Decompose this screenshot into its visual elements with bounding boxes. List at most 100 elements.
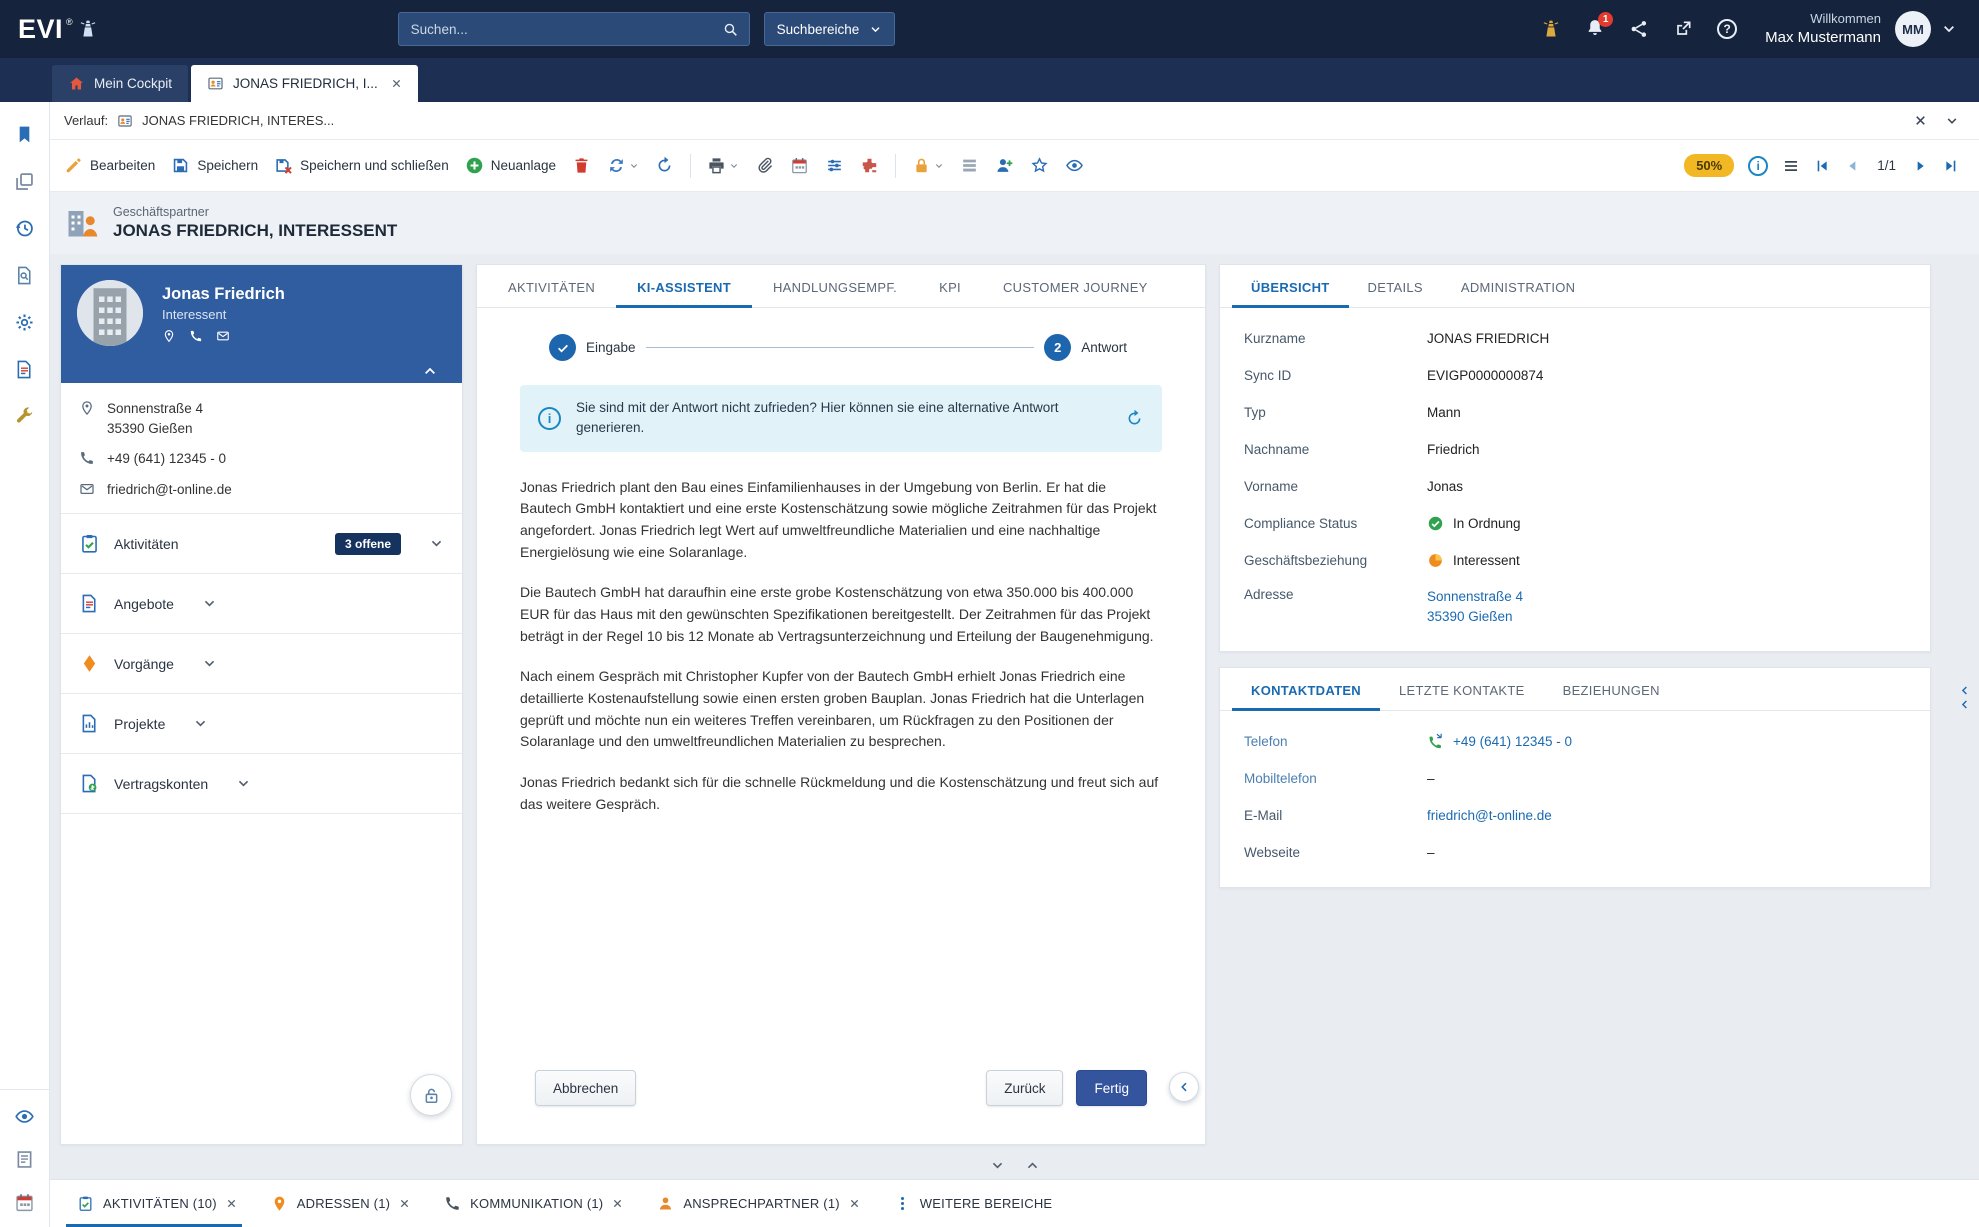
tab-administration[interactable]: ADMINISTRATION xyxy=(1442,265,1594,307)
tab-uebersicht[interactable]: ÜBERSICHT xyxy=(1232,265,1349,307)
tab-jonas-friedrich[interactable]: JONAS FRIEDRICH, I... xyxy=(191,65,418,102)
close-icon[interactable] xyxy=(612,1198,623,1209)
tab-letzte-kontakte[interactable]: LETZTE KONTAKTE xyxy=(1380,668,1544,710)
collapse-card-chevron-icon[interactable] xyxy=(422,363,438,379)
lighthouse-status-icon[interactable] xyxy=(1541,19,1561,39)
refresh-button[interactable] xyxy=(655,156,674,175)
rows-button[interactable] xyxy=(960,156,979,175)
section-vertragskonten[interactable]: Vertragskonten xyxy=(61,754,462,814)
wrench-icon[interactable] xyxy=(14,406,35,427)
watch-button[interactable] xyxy=(1065,156,1084,175)
section-angebote[interactable]: Angebote xyxy=(61,574,462,634)
partner-avatar[interactable] xyxy=(77,280,143,346)
close-icon[interactable] xyxy=(849,1198,860,1209)
share-icon[interactable] xyxy=(1629,19,1649,39)
last-record-icon[interactable] xyxy=(1943,158,1959,174)
chevron-down-icon[interactable] xyxy=(990,1158,1005,1173)
calendar-button[interactable] xyxy=(790,156,809,175)
completeness-badge[interactable]: 50% xyxy=(1684,154,1734,177)
user-menu-chevron-icon[interactable] xyxy=(1941,21,1957,37)
close-icon[interactable] xyxy=(399,1198,410,1209)
phone-icon[interactable] xyxy=(189,329,203,343)
convert-dropdown-button[interactable] xyxy=(607,156,639,175)
bottom-tab-ansprechpartner[interactable]: ANSPRECHPARTNER (1) xyxy=(640,1180,876,1227)
section-aktivitaeten[interactable]: Aktivitäten 3 offene xyxy=(61,514,462,574)
bottom-tab-aktivitaeten[interactable]: AKTIVITÄTEN (10) xyxy=(60,1180,254,1227)
chevron-down-icon[interactable] xyxy=(236,776,251,791)
close-tab-icon[interactable] xyxy=(391,78,402,89)
next-record-icon[interactable] xyxy=(1913,158,1929,174)
location-pin-icon[interactable] xyxy=(162,329,176,343)
right-panel-collapse-handle[interactable] xyxy=(1958,684,1971,711)
history-dropdown-chevron-icon[interactable] xyxy=(1945,114,1959,128)
attachment-button[interactable] xyxy=(755,156,774,175)
email-row[interactable]: friedrich@t-online.de xyxy=(79,480,444,500)
tab-ki-assistent[interactable]: KI-ASSISTENT xyxy=(616,265,752,307)
email-link[interactable]: friedrich@t-online.de xyxy=(1427,808,1552,823)
user-avatar[interactable]: MM xyxy=(1895,11,1931,47)
watch-eye-icon[interactable] xyxy=(14,1106,35,1127)
print-dropdown-button[interactable] xyxy=(707,156,739,175)
chevron-down-icon[interactable] xyxy=(202,656,217,671)
finish-button[interactable]: Fertig xyxy=(1076,1070,1147,1106)
notes-icon[interactable] xyxy=(14,1149,35,1170)
tab-kpi[interactable]: KPI xyxy=(918,265,982,307)
save-button[interactable]: Speichern xyxy=(171,156,258,175)
search-input[interactable] xyxy=(411,22,722,37)
cancel-button[interactable]: Abbrechen xyxy=(535,1070,636,1106)
chevron-down-icon[interactable] xyxy=(193,716,208,731)
favorite-button[interactable] xyxy=(1030,156,1049,175)
save-and-close-button[interactable]: Speichern und schließen xyxy=(274,156,449,175)
section-projekte[interactable]: Projekte xyxy=(61,694,462,754)
mail-icon[interactable] xyxy=(216,329,230,343)
first-record-icon[interactable] xyxy=(1814,158,1830,174)
chevron-down-icon[interactable] xyxy=(429,536,444,551)
history-icon[interactable] xyxy=(14,218,35,239)
bookmark-icon[interactable] xyxy=(14,124,35,145)
create-new-button[interactable]: Neuanlage xyxy=(465,156,556,175)
chevron-down-icon[interactable] xyxy=(202,596,217,611)
tab-aktivitaeten[interactable]: AKTIVITÄTEN xyxy=(487,265,616,307)
history-current-entry[interactable]: JONAS FRIEDRICH, INTERES... xyxy=(142,113,334,128)
info-icon[interactable]: i xyxy=(1748,156,1768,176)
address-row[interactable]: Sonnenstraße 4 35390 Gießen xyxy=(79,399,444,438)
back-button[interactable]: Zurück xyxy=(986,1070,1063,1106)
tools-button[interactable] xyxy=(825,156,844,175)
search-icon[interactable] xyxy=(722,21,739,38)
address-link-line2[interactable]: 35390 Gießen xyxy=(1427,607,1523,627)
copy-icon[interactable] xyxy=(14,171,35,192)
privacy-lock-button[interactable] xyxy=(410,1074,452,1116)
tab-beziehungen[interactable]: BEZIEHUNGEN xyxy=(1544,668,1679,710)
evi-logo[interactable]: EVI ® xyxy=(18,16,98,43)
plugin-button[interactable] xyxy=(860,156,879,175)
phone-link[interactable]: +49 (641) 12345 - 0 xyxy=(1453,734,1572,749)
step-eingabe[interactable]: Eingabe xyxy=(549,334,636,361)
phone-row[interactable]: +49 (641) 12345 - 0 xyxy=(79,449,444,469)
lock-dropdown-button[interactable] xyxy=(912,156,944,175)
bottom-tab-weitere-bereiche[interactable]: WEITERE BEREICHE xyxy=(877,1180,1070,1227)
settings-gear-icon[interactable] xyxy=(14,312,35,333)
step-antwort[interactable]: 2 Antwort xyxy=(1044,334,1127,361)
address-link-line1[interactable]: Sonnenstraße 4 xyxy=(1427,587,1523,607)
section-vorgaenge[interactable]: Vorgänge xyxy=(61,634,462,694)
tab-customer-journey[interactable]: CUSTOMER JOURNEY xyxy=(982,265,1169,307)
delete-button[interactable] xyxy=(572,156,591,175)
close-icon[interactable] xyxy=(226,1198,237,1209)
external-link-icon[interactable] xyxy=(1673,19,1693,39)
regenerate-refresh-icon[interactable] xyxy=(1125,409,1144,428)
search-scope-dropdown[interactable]: Suchbereiche xyxy=(764,12,896,46)
previous-record-icon[interactable] xyxy=(1844,158,1860,174)
edit-button[interactable]: Bearbeiten xyxy=(64,156,155,175)
add-contact-button[interactable] xyxy=(995,156,1014,175)
chevron-up-icon[interactable] xyxy=(1025,1158,1040,1173)
collapse-panel-handle[interactable] xyxy=(1169,1072,1199,1102)
bottom-tab-adressen[interactable]: ADRESSEN (1) xyxy=(254,1180,427,1227)
notifications-button[interactable]: 1 xyxy=(1585,18,1605,41)
tab-details[interactable]: DETAILS xyxy=(1349,265,1442,307)
menu-bars-icon[interactable] xyxy=(1782,157,1800,175)
calendar-icon[interactable] xyxy=(14,1192,35,1213)
tab-mein-cockpit[interactable]: Mein Cockpit xyxy=(52,65,188,102)
tab-kontaktdaten[interactable]: KONTAKTDATEN xyxy=(1232,668,1380,710)
close-history-icon[interactable] xyxy=(1914,114,1927,127)
tab-handlungsempf[interactable]: HANDLUNGSEMPF. xyxy=(752,265,918,307)
